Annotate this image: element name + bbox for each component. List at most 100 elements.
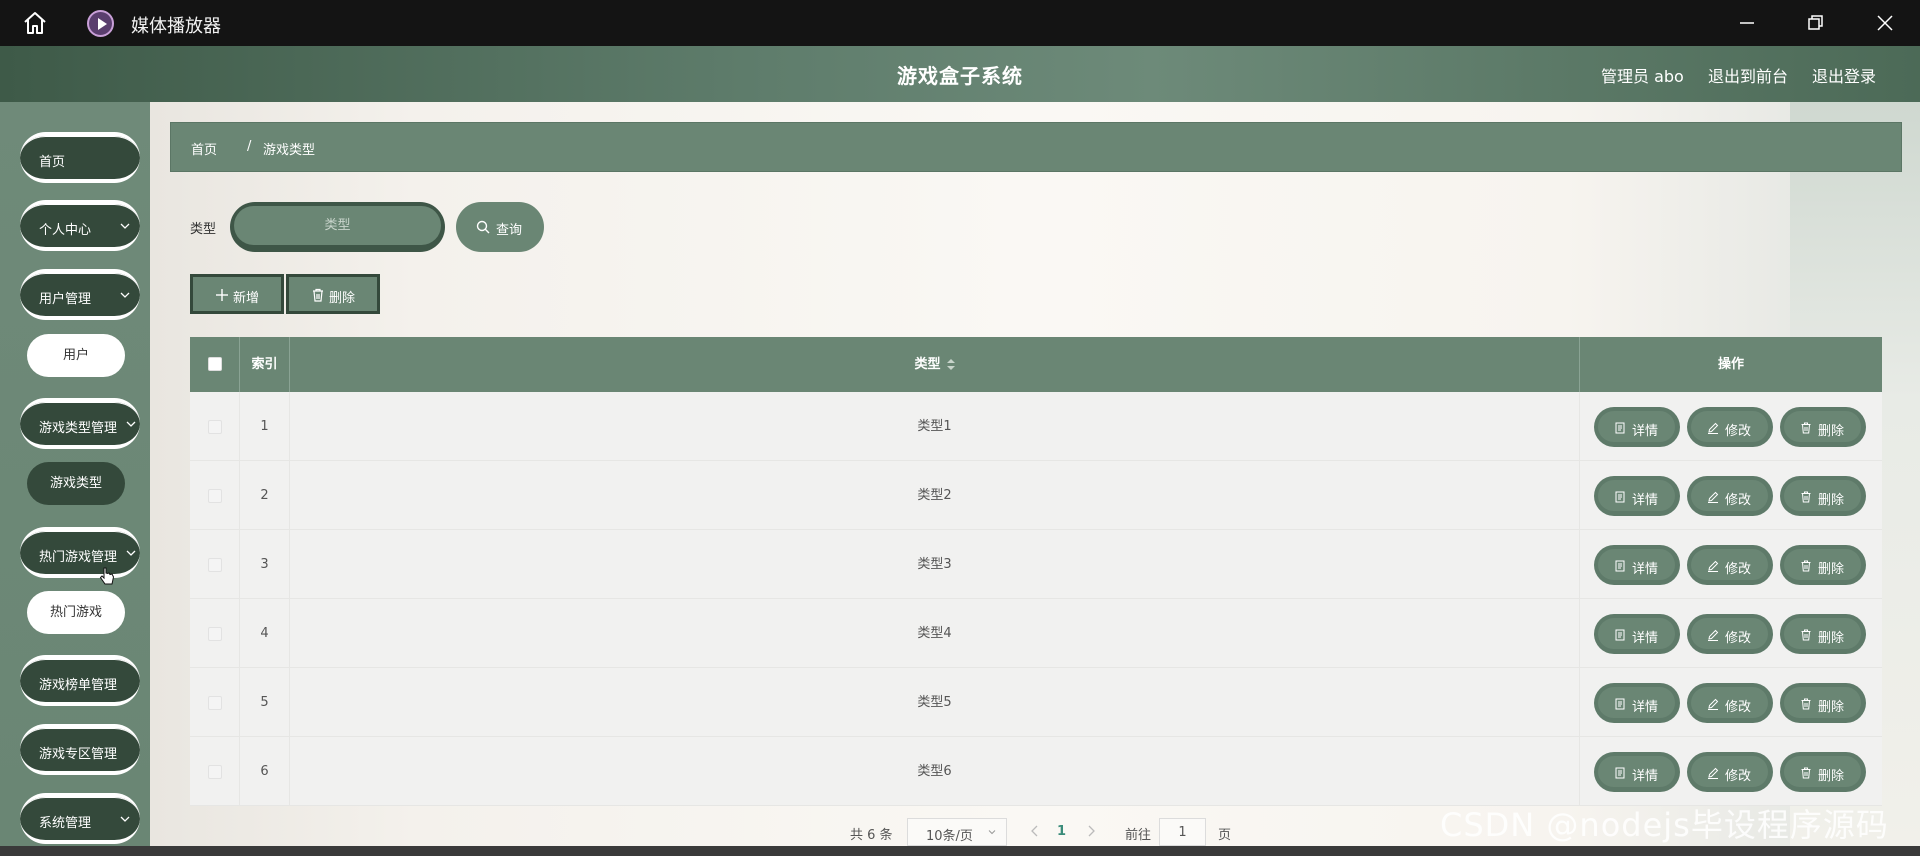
row-checkbox-cell: [190, 530, 240, 599]
home-icon[interactable]: [22, 11, 48, 35]
edit-button-label: 修改: [1725, 423, 1752, 438]
edit-pencil-icon: [1708, 560, 1719, 572]
sidebar-item-label: 游戏榜单管理: [39, 678, 118, 693]
detail-button-label: 详情: [1632, 630, 1659, 645]
sidebar: 首页 个人中心 用户管理 用户 游戏类型管理 游戏类型 热门游戏管理 热门游戏 …: [0, 102, 150, 846]
sidebar-item-label: 系统管理: [39, 816, 92, 831]
window-title: 媒体播放器: [131, 16, 221, 37]
detail-button-label: 详情: [1632, 561, 1659, 576]
breadcrumb-home[interactable]: 首页: [191, 139, 217, 158]
row-index: 5: [240, 668, 290, 737]
edit-button[interactable]: 修改: [1687, 752, 1773, 792]
exit-to-front-link[interactable]: 退出到前台: [1708, 63, 1788, 87]
bulk-delete-button[interactable]: 删除: [286, 274, 380, 314]
header-checkbox-cell: [190, 337, 240, 392]
next-page-icon[interactable]: [1086, 825, 1096, 837]
current-page-number[interactable]: 1: [1057, 824, 1066, 839]
csdn-watermark: CSDN @nodejs毕设程序源码: [1440, 806, 1889, 844]
document-icon: [1615, 422, 1625, 434]
row-checkbox-cell: [190, 668, 240, 737]
delete-button-label: 删除: [1818, 492, 1845, 507]
bottom-bar: [0, 846, 1920, 856]
row-checkbox[interactable]: [208, 489, 222, 503]
add-button-label: 新增: [233, 290, 260, 305]
sidebar-item-hot-game-management[interactable]: 热门游戏管理: [20, 527, 140, 578]
edit-pencil-icon: [1708, 491, 1719, 503]
sidebar-item-game-zone-management[interactable]: 游戏专区管理: [20, 724, 140, 775]
row-checkbox[interactable]: [208, 765, 222, 779]
edit-button-label: 修改: [1725, 768, 1752, 783]
sidebar-item-user-management[interactable]: 用户管理: [20, 269, 140, 320]
delete-button[interactable]: 删除: [1780, 614, 1866, 654]
sidebar-item-system-management[interactable]: 系统管理: [20, 793, 140, 844]
sidebar-item-home[interactable]: 首页: [20, 132, 140, 183]
delete-button[interactable]: 删除: [1780, 407, 1866, 447]
delete-button[interactable]: 删除: [1780, 545, 1866, 585]
edit-button[interactable]: 修改: [1687, 614, 1773, 654]
header-type[interactable]: 类型: [290, 337, 1580, 392]
edit-button[interactable]: 修改: [1687, 407, 1773, 447]
sort-icon[interactable]: [946, 358, 955, 371]
goto-label: 前往: [1125, 828, 1152, 843]
row-checkbox-cell: [190, 599, 240, 668]
search-icon: [476, 220, 490, 234]
trash-icon: [1801, 767, 1811, 779]
detail-button-label: 详情: [1632, 423, 1659, 438]
logout-link[interactable]: 退出登录: [1812, 63, 1876, 87]
sidebar-item-personal-center[interactable]: 个人中心: [20, 200, 140, 251]
delete-button[interactable]: 删除: [1780, 752, 1866, 792]
delete-button-label: 删除: [1818, 423, 1845, 438]
row-type: 类型1: [290, 392, 1580, 461]
media-player-logo-icon: [87, 10, 114, 37]
row-index: 3: [240, 530, 290, 599]
edit-button-label: 修改: [1725, 699, 1752, 714]
row-type: 类型3: [290, 530, 1580, 599]
delete-button[interactable]: 删除: [1780, 476, 1866, 516]
trash-icon: [1801, 560, 1811, 572]
page-size-select[interactable]: 10条/页: [907, 818, 1007, 846]
sidebar-subitem-hot-games[interactable]: 热门游戏: [27, 591, 125, 634]
prev-page-icon[interactable]: [1030, 825, 1040, 837]
sidebar-item-game-ranking-management[interactable]: 游戏榜单管理: [20, 655, 140, 706]
minimize-icon[interactable]: [1736, 12, 1758, 34]
row-checkbox-cell: [190, 461, 240, 530]
search-input-wrapper: [230, 202, 445, 252]
breadcrumb-current: 游戏类型: [263, 143, 316, 158]
detail-button[interactable]: 详情: [1594, 545, 1680, 585]
document-icon: [1615, 560, 1625, 572]
row-index: 2: [240, 461, 290, 530]
game-type-table: 索引 类型 操作 1 类型1 详情 修改 删除 2 类型2 详情 修改 删除 3…: [190, 337, 1882, 806]
sidebar-subitem-users[interactable]: 用户: [27, 334, 125, 377]
detail-button[interactable]: 详情: [1594, 476, 1680, 516]
delete-button-label: 删除: [1818, 630, 1845, 645]
detail-button-label: 详情: [1632, 699, 1659, 714]
goto-page-input[interactable]: [1159, 818, 1206, 846]
detail-button[interactable]: 详情: [1594, 407, 1680, 447]
detail-button[interactable]: 详情: [1594, 614, 1680, 654]
select-all-checkbox[interactable]: [208, 357, 222, 371]
sidebar-item-game-type-management[interactable]: 游戏类型管理: [20, 398, 140, 449]
detail-button-label: 详情: [1632, 768, 1659, 783]
row-checkbox[interactable]: [208, 627, 222, 641]
sidebar-subitem-game-type[interactable]: 游戏类型: [27, 462, 125, 505]
edit-button[interactable]: 修改: [1687, 683, 1773, 723]
detail-button[interactable]: 详情: [1594, 752, 1680, 792]
row-checkbox[interactable]: [208, 420, 222, 434]
detail-button[interactable]: 详情: [1594, 683, 1680, 723]
search-button[interactable]: 查询: [456, 202, 544, 252]
add-button[interactable]: 新增: [190, 274, 284, 314]
row-checkbox[interactable]: [208, 558, 222, 572]
delete-button[interactable]: 删除: [1780, 683, 1866, 723]
edit-button[interactable]: 修改: [1687, 476, 1773, 516]
app-header: 游戏盒子系统 管理员 abo 退出到前台 退出登录: [0, 46, 1920, 102]
row-checkbox[interactable]: [208, 696, 222, 710]
sidebar-item-label: 游戏专区管理: [39, 747, 118, 762]
bulk-delete-button-label: 删除: [329, 290, 356, 305]
edit-button[interactable]: 修改: [1687, 545, 1773, 585]
sidebar-item-label: 热门游戏管理: [39, 550, 118, 565]
close-icon[interactable]: [1874, 12, 1896, 34]
restore-icon[interactable]: [1804, 12, 1826, 34]
trash-icon: [1801, 422, 1811, 434]
type-search-input[interactable]: [234, 206, 441, 245]
edit-button-label: 修改: [1725, 561, 1752, 576]
